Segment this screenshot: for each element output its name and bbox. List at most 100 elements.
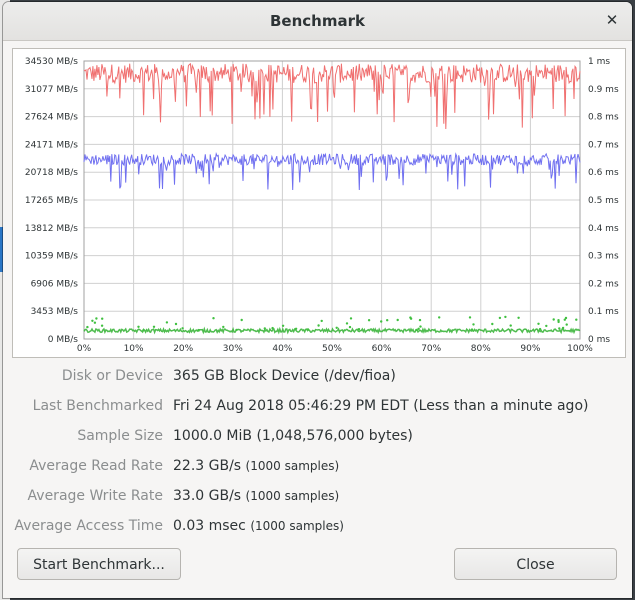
y-right-tick-label: 0.9 ms xyxy=(588,85,619,95)
y-right-tick-label: 1 ms xyxy=(588,57,610,67)
x-tick-label: 50% xyxy=(322,344,342,354)
y-left-tick-label: 3453 MB/s xyxy=(31,307,79,317)
y-right-tick-label: 0.5 ms xyxy=(588,196,619,206)
access-time-point xyxy=(281,324,285,327)
y-right-tick-label: 0.2 ms xyxy=(588,279,619,289)
y-left-tick-label: 13812 MB/s xyxy=(25,224,78,234)
access-time-point xyxy=(552,318,555,321)
sample-size-label: Sample Size xyxy=(77,428,163,444)
y-right-tick-label: 0.4 ms xyxy=(588,224,619,234)
access-time-point xyxy=(335,326,338,329)
x-tick-label: 90% xyxy=(520,344,540,354)
access-time-point xyxy=(306,328,310,331)
access-time-point xyxy=(415,328,418,332)
x-tick-label: 80% xyxy=(471,344,491,354)
y-left-tick-label: 34530 MB/s xyxy=(25,57,78,67)
y-left-tick-label: 6906 MB/s xyxy=(31,279,79,289)
info-row-access-time: Average Access Time 0.03 msec (1000 samp… xyxy=(3,518,632,538)
y-left-tick-label: 17265 MB/s xyxy=(25,196,78,206)
read-rate-value: 22.3 GB/s xyxy=(173,458,242,474)
access-time-point xyxy=(468,316,472,319)
access-time-point xyxy=(357,328,361,331)
access-time-point xyxy=(386,319,389,322)
access-time-point xyxy=(95,317,98,320)
access-time-point xyxy=(93,321,97,324)
access-time-point xyxy=(174,322,178,326)
info-row-write-rate: Average Write Rate 33.0 GB/s (1000 sampl… xyxy=(3,488,632,508)
x-tick-label: 20% xyxy=(173,344,193,354)
access-time-point xyxy=(181,327,184,330)
access-time-point xyxy=(100,324,104,327)
y-left-tick-label: 27624 MB/s xyxy=(25,113,78,123)
y-right-tick-label: 0.8 ms xyxy=(588,113,619,123)
read-rate-value-group: 22.3 GB/s (1000 samples) xyxy=(173,458,339,474)
access-time-point xyxy=(418,318,422,322)
y-left-tick-label: 10359 MB/s xyxy=(25,252,78,262)
access-time-point xyxy=(320,319,323,323)
y-right-tick-label: 0.7 ms xyxy=(588,140,619,150)
title-bar[interactable]: Benchmark ✕ xyxy=(3,2,632,41)
start-benchmark-button[interactable]: Start Benchmark... xyxy=(17,548,181,580)
access-time-point xyxy=(197,329,200,332)
access-time-point xyxy=(235,328,238,332)
y-right-tick-label: 0.1 ms xyxy=(588,307,619,317)
read-rate-label: Average Read Rate xyxy=(29,458,163,474)
access-time-point xyxy=(348,325,352,329)
close-icon[interactable]: ✕ xyxy=(602,10,622,30)
device-label: Disk or Device xyxy=(61,368,163,384)
access-time-point xyxy=(417,327,420,330)
access-time-point xyxy=(367,319,371,322)
device-value: 365 GB Block Device (/dev/fioa) xyxy=(173,368,396,384)
access-time-point xyxy=(561,326,565,330)
access-time-point xyxy=(396,318,399,322)
access-time-point xyxy=(545,324,548,328)
access-time-point xyxy=(575,318,578,321)
access-time-point xyxy=(472,323,475,326)
y-left-tick-label: 20718 MB/s xyxy=(25,168,78,178)
access-time-point xyxy=(349,317,353,320)
last-benchmarked-label: Last Benchmarked xyxy=(32,398,163,414)
x-tick-label: 60% xyxy=(372,344,392,354)
benchmark-chart-svg: 34530 MB/s 31077 MB/s 27624 MB/s 24171 MB/s… xyxy=(25,57,619,354)
access-time-point xyxy=(222,325,225,329)
access-time-point xyxy=(504,315,507,319)
access-time-point xyxy=(380,320,383,323)
info-row-device: Disk or Device 365 GB Block Device (/dev… xyxy=(3,368,632,388)
access-time-point xyxy=(212,317,215,320)
benchmark-dialog: Benchmark ✕ 34530 MB/s 31077 MB/s 27624 MB… xyxy=(3,2,632,598)
access-time-point xyxy=(517,316,520,319)
x-tick-label: 100% xyxy=(567,344,593,354)
write-rate-value-group: 33.0 GB/s (1000 samples) xyxy=(173,488,339,504)
access-time-value-group: 0.03 msec (1000 samples) xyxy=(173,518,344,534)
access-time-point xyxy=(137,325,140,328)
access-time-point xyxy=(537,322,540,325)
access-time-point xyxy=(538,327,542,331)
access-time-value: 0.03 msec xyxy=(173,518,246,534)
write-rate-samples: (1000 samples) xyxy=(245,489,340,503)
access-time-point xyxy=(438,316,441,319)
read-rate-samples: (1000 samples) xyxy=(245,459,340,473)
access-time-point xyxy=(491,322,494,326)
access-time-point xyxy=(152,325,156,328)
access-time-point xyxy=(294,327,298,330)
access-time-point xyxy=(419,325,422,328)
access-time-point xyxy=(263,327,266,330)
x-tick-label: 70% xyxy=(421,344,441,354)
write-rate-label: Average Write Rate xyxy=(27,488,163,504)
access-time-point xyxy=(509,324,512,327)
x-tick-label: 30% xyxy=(223,344,243,354)
access-time-point xyxy=(345,322,349,325)
x-tick-label: 10% xyxy=(124,344,144,354)
info-row-sample-size: Sample Size 1000.0 MiB (1,048,576,000 by… xyxy=(3,428,632,448)
access-time-point xyxy=(165,321,169,324)
access-time-point xyxy=(317,324,320,327)
access-time-point xyxy=(91,319,94,322)
y-left-tick-label: 24171 MB/s xyxy=(25,140,78,150)
access-time-label: Average Access Time xyxy=(14,518,163,534)
access-time-point xyxy=(409,317,413,320)
last-benchmarked-value: Fri 24 Aug 2018 05:46:29 PM EDT (Less th… xyxy=(173,398,589,414)
access-time-point xyxy=(271,326,274,330)
sample-size-value: 1000.0 MiB (1,048,576,000 bytes) xyxy=(173,428,413,444)
access-time-point xyxy=(86,325,89,329)
close-button[interactable]: Close xyxy=(454,548,617,580)
